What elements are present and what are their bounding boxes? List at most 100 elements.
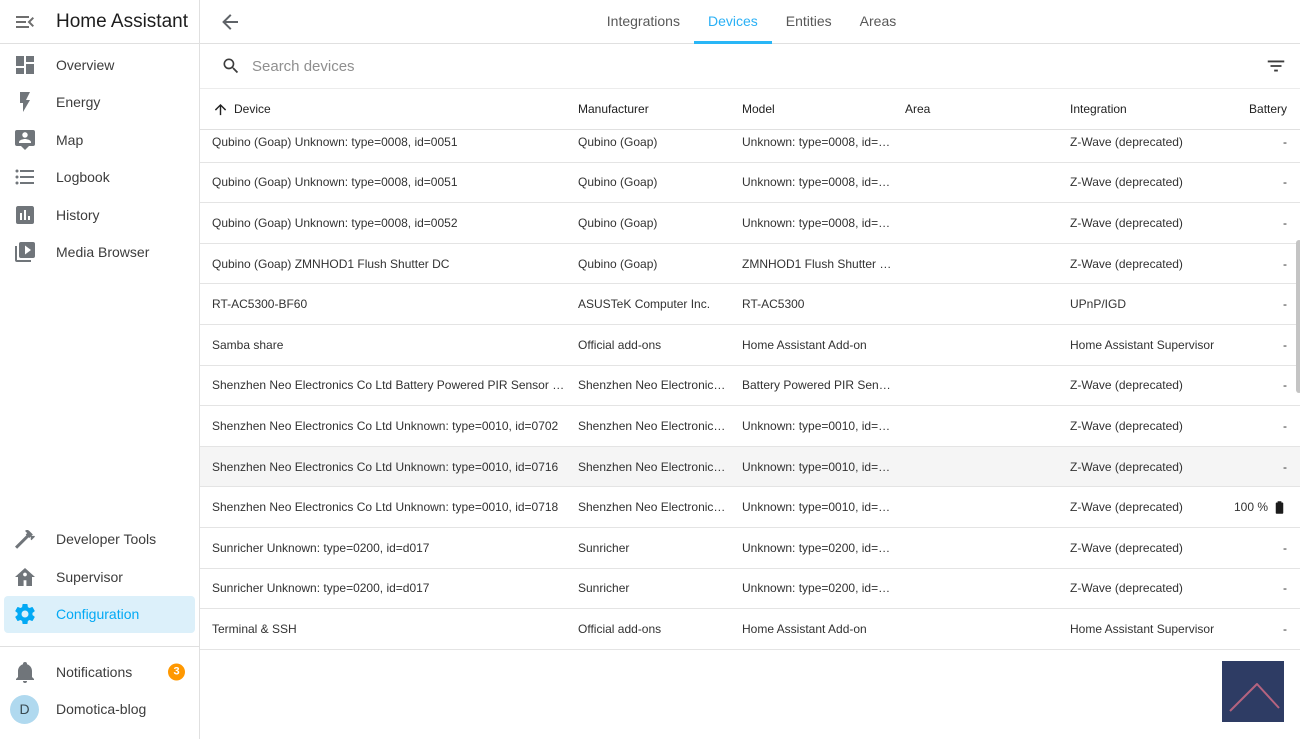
cell-integration: Z-Wave (deprecated) xyxy=(1070,500,1183,515)
cell-device: RT-AC5300-BF60 xyxy=(212,297,308,312)
column-header-manufacturer[interactable]: Manufacturer xyxy=(578,102,742,116)
cell-model: Unknown: type=0200, id=d017 xyxy=(742,540,905,555)
sidebar-divider xyxy=(0,646,199,647)
sidebar-item-energy[interactable]: Energy xyxy=(0,84,199,122)
column-header-integration[interactable]: Integration xyxy=(1070,102,1234,116)
profile-label: Domotica-blog xyxy=(56,701,147,718)
sidebar-item-logbook[interactable]: Logbook xyxy=(0,159,199,197)
sidebar-item-history[interactable]: History xyxy=(0,196,199,234)
search-icon xyxy=(221,56,241,76)
cell-battery: - xyxy=(1283,459,1288,474)
table-row-highlighted[interactable]: Shenzhen Neo Electronics Co Ltd Unknown:… xyxy=(200,446,1300,488)
cell-model: ZMNHOD1 Flush Shutter DC xyxy=(742,256,897,271)
table-row[interactable]: Sunricher Unknown: type=0200, id=d017 Su… xyxy=(200,568,1300,610)
search-bar xyxy=(200,44,1300,89)
cell-device: Shenzhen Neo Electronics Co Ltd Unknown:… xyxy=(212,418,559,433)
table-row[interactable]: Qubino (Goap) Unknown: type=0008, id=005… xyxy=(200,162,1300,204)
sidebar-item-label: Map xyxy=(56,131,84,148)
cell-manufacturer: Qubino (Goap) xyxy=(578,134,658,149)
sidebar-item-profile[interactable]: D Domotica-blog xyxy=(0,691,199,729)
tab-integrations[interactable]: Integrations xyxy=(593,0,694,44)
table-row[interactable]: Samba share Official add-ons Home Assist… xyxy=(200,324,1300,366)
search-input[interactable] xyxy=(250,56,850,76)
tab-entities[interactable]: Entities xyxy=(772,0,846,44)
menu-open-icon[interactable] xyxy=(13,10,37,34)
column-header-model[interactable]: Model xyxy=(742,102,905,116)
cell-model: Unknown: type=0010, id=0718 xyxy=(742,500,905,515)
cell-manufacturer: Shenzhen Neo Electronics Co … xyxy=(578,459,742,474)
cell-manufacturer: Shenzhen Neo Electronics Co … xyxy=(578,418,742,433)
cell-manufacturer: Shenzhen Neo Electronics Co … xyxy=(578,500,742,515)
cell-model: Unknown: type=0008, id=0051 xyxy=(742,175,905,190)
cell-battery: - xyxy=(1283,337,1288,352)
sidebar-item-media-browser[interactable]: Media Browser xyxy=(0,234,199,272)
cell-integration: Home Assistant Supervisor xyxy=(1070,337,1215,352)
vertical-scrollbar-thumb[interactable] xyxy=(1296,240,1300,393)
table-row[interactable]: Qubino (Goap) Unknown: type=0008, id=005… xyxy=(200,203,1300,244)
cell-integration: Z-Wave (deprecated) xyxy=(1070,175,1183,190)
notification-badge: 3 xyxy=(168,663,185,681)
tab-areas[interactable]: Areas xyxy=(846,0,911,44)
table-row[interactable]: RT-AC5300-BF60 ASUSTeK Computer Inc. RT-… xyxy=(200,284,1300,325)
cell-device: Sunricher Unknown: type=0200, id=d017 xyxy=(212,540,430,555)
table-row[interactable]: Qubino (Goap) ZMNHOD1 Flush Shutter DC Q… xyxy=(200,243,1300,285)
home-assistant-icon xyxy=(13,565,37,589)
top-bar: Integrations Devices Entities Areas xyxy=(200,0,1300,44)
cell-device: Qubino (Goap) Unknown: type=0008, id=005… xyxy=(212,215,458,230)
sidebar-item-supervisor[interactable]: Supervisor xyxy=(0,558,199,596)
cell-integration: Z-Wave (deprecated) xyxy=(1070,215,1183,230)
filter-icon[interactable] xyxy=(1265,55,1287,77)
sidebar-item-label: Energy xyxy=(56,94,101,111)
sidebar-item-configuration[interactable]: Configuration xyxy=(4,595,195,633)
chart-thumbnail-line xyxy=(1229,683,1280,712)
column-header-device[interactable]: Device xyxy=(212,101,578,118)
cell-device: Samba share xyxy=(212,337,284,352)
table-body: Qubino (Goap) Unknown: type=0008, id=005… xyxy=(200,130,1300,739)
table-row[interactable]: Qubino (Goap) Unknown: type=0008, id=005… xyxy=(200,130,1300,163)
cell-manufacturer: Sunricher xyxy=(578,540,630,555)
table-row[interactable]: Shenzhen Neo Electronics Co Ltd Unknown:… xyxy=(200,406,1300,447)
cell-device: Shenzhen Neo Electronics Co Ltd Unknown:… xyxy=(212,500,559,515)
cell-integration: Z-Wave (deprecated) xyxy=(1070,256,1183,271)
cell-integration: UPnP/IGD xyxy=(1070,297,1127,312)
column-header-battery[interactable]: Battery xyxy=(1234,102,1287,116)
table-row[interactable]: Shenzhen Neo Electronics Co Ltd Battery … xyxy=(200,365,1300,407)
table-row[interactable]: Terminal & SSH Official add-ons Home Ass… xyxy=(200,609,1300,650)
cell-model: Home Assistant Add-on xyxy=(742,337,867,352)
cell-model: Unknown: type=0008, id=0051 xyxy=(742,134,905,149)
sidebar-bottom: Developer Tools Supervisor Configuration xyxy=(0,521,199,739)
app-root: Home Assistant Overview Energy Map Logbo… xyxy=(0,0,1300,739)
cell-manufacturer: Qubino (Goap) xyxy=(578,175,658,190)
hammer-icon xyxy=(13,527,37,551)
sidebar-item-overview[interactable]: Overview xyxy=(0,46,199,84)
cell-device: Shenzhen Neo Electronics Co Ltd Unknown:… xyxy=(212,459,559,474)
cell-manufacturer: Qubino (Goap) xyxy=(578,256,658,271)
chart-box-icon xyxy=(13,203,37,227)
cell-battery: - xyxy=(1283,581,1288,596)
cell-battery: - xyxy=(1283,621,1288,636)
cell-battery: - xyxy=(1283,175,1288,190)
cell-manufacturer: Qubino (Goap) xyxy=(578,215,658,230)
tab-devices[interactable]: Devices xyxy=(693,0,772,44)
cell-integration: Z-Wave (deprecated) xyxy=(1070,540,1183,555)
cell-model: RT-AC5300 xyxy=(742,297,805,312)
chart-thumbnail xyxy=(1222,661,1284,722)
lightning-bolt-icon xyxy=(13,90,37,114)
cell-model: Unknown: type=0010, id=0716 xyxy=(742,459,905,474)
cell-manufacturer: Official add-ons xyxy=(578,621,662,636)
column-header-label: Device xyxy=(234,102,271,116)
column-header-area[interactable]: Area xyxy=(905,102,1070,116)
table-row[interactable]: Sunricher Unknown: type=0200, id=d017 Su… xyxy=(200,527,1300,569)
sidebar-item-label: Logbook xyxy=(56,169,110,186)
cell-model: Battery Powered PIR Sensor V2 xyxy=(742,378,905,393)
sort-ascending-icon[interactable] xyxy=(212,101,229,118)
sidebar-item-map[interactable]: Map xyxy=(0,121,199,159)
sidebar-item-developer-tools[interactable]: Developer Tools xyxy=(0,521,199,559)
cell-integration: Z-Wave (deprecated) xyxy=(1070,134,1183,149)
play-box-multiple-icon xyxy=(13,240,37,264)
cell-manufacturer: Sunricher xyxy=(578,581,630,596)
sidebar-item-label: Configuration xyxy=(56,606,140,623)
sidebar-item-notifications[interactable]: Notifications 3 xyxy=(0,653,199,691)
table-row[interactable]: Shenzhen Neo Electronics Co Ltd Unknown:… xyxy=(200,487,1300,528)
